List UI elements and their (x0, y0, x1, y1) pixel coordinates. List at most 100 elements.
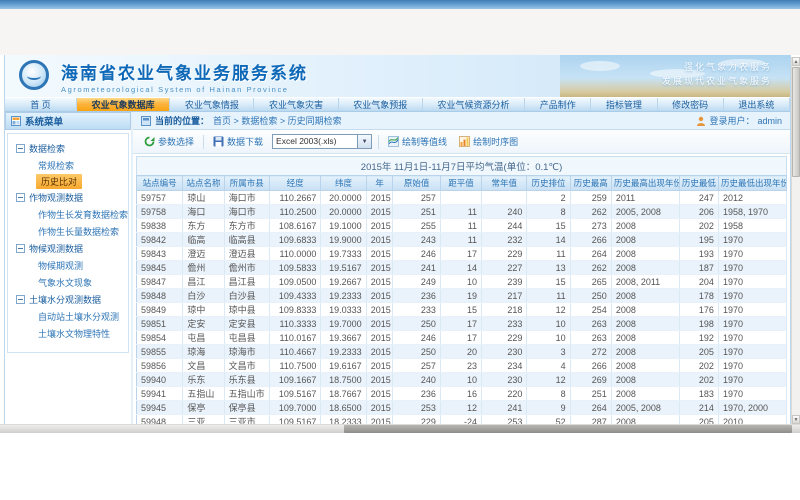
scroll-up-arrow-icon[interactable]: ▲ (792, 57, 800, 66)
breadcrumb-item-2[interactable]: 历史同期检索 (288, 116, 342, 126)
data-grid-container: 2015年 11月1日-11月7日平均气温(单位：0.1℃) 站点编号站点名称所… (133, 154, 790, 424)
cell: 14 (440, 261, 481, 275)
vertical-scrollbar-thumb[interactable] (792, 67, 800, 177)
tree-group-3[interactable]: 土壤水分观测数据 (8, 291, 128, 308)
horizontal-scrollbar-thumb[interactable] (344, 425, 792, 433)
cell: 2015 (366, 275, 393, 289)
cell: 192 (679, 331, 718, 345)
cell: 230 (482, 373, 527, 387)
breadcrumb-item-0[interactable]: 首页 (213, 116, 231, 126)
nav-tab-3[interactable]: 农业气象灾害 (254, 98, 338, 111)
cell: 2008 (611, 219, 679, 233)
nav-tab-5[interactable]: 农业气候资源分析 (423, 98, 525, 111)
cell: 178 (679, 289, 718, 303)
cell: 217 (482, 289, 527, 303)
cell: 4 (527, 359, 570, 373)
cell: 17 (440, 331, 481, 345)
cell: 109.6833 (269, 233, 321, 247)
timeseries-chart-icon (459, 136, 470, 147)
cell: 19.5167 (321, 261, 366, 275)
cell: 240 (393, 373, 440, 387)
tree-item-3-0[interactable]: 自动站土壤水分观测 (8, 308, 128, 325)
tree-item-1-0[interactable]: 作物生长发育数据检索 (8, 206, 128, 223)
breadcrumb-item-1[interactable]: 数据检索 (241, 116, 277, 126)
collapse-icon[interactable] (16, 295, 25, 304)
cell (440, 191, 481, 205)
app-subtitle: Agrometeorological System of Hainan Prov… (61, 85, 308, 94)
download-button[interactable]: 数据下载 (210, 133, 266, 150)
cell: 241 (393, 261, 440, 275)
tree-item-2-1[interactable]: 气象水文现象 (8, 274, 128, 291)
scroll-down-arrow-icon[interactable]: ▼ (792, 415, 800, 424)
tree-item-0-1[interactable]: 历史比对 (36, 174, 82, 189)
cell: 19.0333 (321, 303, 366, 317)
tree-group-2[interactable]: 物候观测数据 (8, 240, 128, 257)
cell: 19.1000 (321, 219, 366, 233)
vertical-scrollbar[interactable]: ▲ ▼ (791, 57, 800, 424)
cell: 1970 (718, 289, 786, 303)
collapse-icon[interactable] (16, 193, 25, 202)
cell: 19 (440, 289, 481, 303)
cell: 2008 (611, 289, 679, 303)
cell: 263 (570, 317, 611, 331)
download-format-select[interactable]: Excel 2003(.xls) (272, 134, 358, 149)
nav-tab-4[interactable]: 农业气象预报 (339, 98, 423, 111)
cell: 251 (570, 387, 611, 401)
cell: 59757 (137, 191, 183, 205)
nav-tab-2[interactable]: 农业气象情报 (170, 98, 254, 111)
cell: 109.5167 (269, 415, 321, 425)
collapse-icon[interactable] (16, 144, 25, 153)
cell: 234 (482, 359, 527, 373)
cell: 262 (570, 261, 611, 275)
tree-item-0-0[interactable]: 常规检索 (8, 157, 128, 174)
cell: 东方 (183, 219, 224, 233)
draw-timeseries-button[interactable]: 绘制时序图 (456, 133, 521, 150)
chevron-down-icon[interactable]: ▼ (358, 134, 372, 149)
nav-tab-8[interactable]: 修改密码 (658, 98, 724, 111)
nav-tab-7[interactable]: 指标管理 (591, 98, 657, 111)
cell: 110.4667 (269, 345, 321, 359)
nav-tab-1[interactable]: 农业气象数据库 (77, 98, 170, 111)
cell: 202 (679, 373, 718, 387)
sidebar-header: 系统菜单 (5, 112, 131, 130)
cell: 23 (440, 359, 481, 373)
cell: 17 (440, 317, 481, 331)
tree-item-2-0[interactable]: 物候期观测 (8, 257, 128, 274)
param-select-button[interactable]: 参数选择 (141, 133, 197, 150)
nav-tab-0[interactable]: 首 页 (5, 98, 77, 111)
grid-title: 2015年 11月1日-11月7日平均气温(单位：0.1℃) (136, 156, 787, 175)
cell: 琼山 (183, 191, 224, 205)
cell: 253 (482, 415, 527, 425)
cell: 乐东县 (224, 373, 269, 387)
menu-icon (11, 116, 21, 126)
breadcrumb-separator: > (231, 116, 241, 126)
cell: 253 (393, 401, 440, 415)
nav-tab-6[interactable]: 产品制作 (525, 98, 591, 111)
cell: 266 (570, 233, 611, 247)
tree-group-0[interactable]: 数据检索 (8, 140, 128, 157)
collapse-icon[interactable] (16, 244, 25, 253)
column-header: 历史排位 (527, 176, 570, 191)
cell: 2015 (366, 303, 393, 317)
cell: 11 (527, 289, 570, 303)
breadcrumb-label: 当前的位置： (155, 114, 209, 127)
tree-item-1-1[interactable]: 作物生长量数据检索 (8, 223, 128, 240)
draw-contour-button[interactable]: 绘制等值线 (385, 133, 450, 150)
cell: 205 (679, 345, 718, 359)
cell: 临高 (183, 233, 224, 247)
nav-tab-9[interactable]: 退出系统 (724, 98, 790, 111)
breadcrumb-bar: 当前的位置： 首页 > 数据检索 > 历史同期检索 登录用户： admin (133, 112, 790, 130)
cell: 1970 (718, 387, 786, 401)
tree-item-3-1[interactable]: 土壤水文物理特性 (8, 325, 128, 342)
cell: 澄迈 (183, 247, 224, 261)
cell: 19.2333 (321, 289, 366, 303)
tree-group-1[interactable]: 作物观测数据 (8, 189, 128, 206)
cell: 273 (570, 219, 611, 233)
cell: 18.2333 (321, 415, 366, 425)
cell: 三亚市 (224, 415, 269, 425)
cell: 272 (570, 345, 611, 359)
tree-group-label: 土壤水分观测数据 (29, 293, 101, 306)
cell: 11 (440, 205, 481, 219)
horizontal-scrollbar[interactable] (0, 424, 800, 433)
cell: 52 (527, 415, 570, 425)
